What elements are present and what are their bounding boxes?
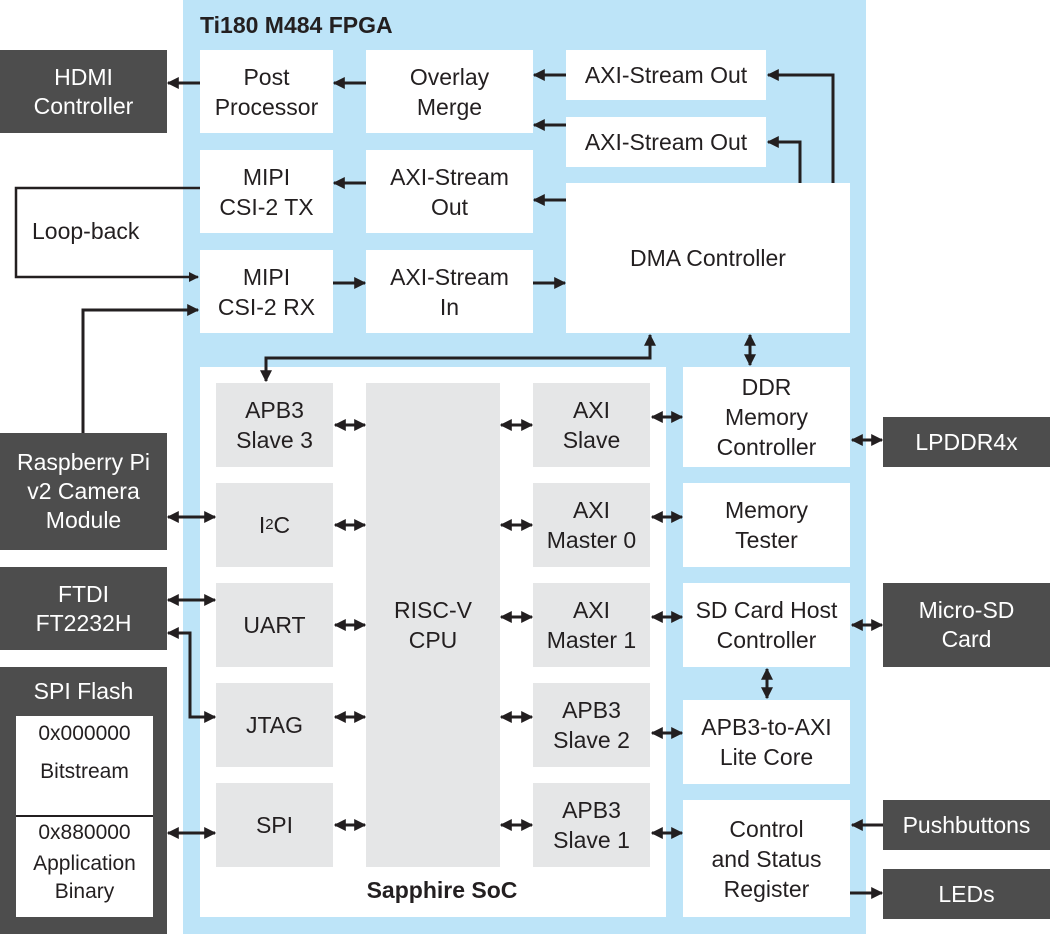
pushbuttons-block: Pushbuttons (883, 800, 1050, 850)
axi-stream-in-block: AXI-Stream In (366, 250, 533, 333)
axi-stream-out-block-3: AXI-Stream Out (366, 150, 533, 233)
flash-addr-2: 0x880000 (38, 821, 131, 844)
soc-title: Sapphire SoC (366, 877, 518, 903)
wire-camera-to-mipirx (81, 304, 200, 433)
jtag-block: JTAG (216, 683, 333, 767)
loop-back-label: Loop-back (32, 218, 140, 244)
axi-slave-block: AXI Slave (533, 383, 650, 467)
i2c-label-tail: C (273, 512, 291, 538)
fpga-title: Ti180 M484 FPGA (200, 12, 393, 38)
risc-v-cpu-block: RISC-V CPU (366, 383, 500, 867)
raspberry-pi-camera-block: Raspberry Pi v2 Camera Module (0, 433, 167, 550)
overlay-merge-block: Overlay Merge (366, 50, 533, 133)
memory-tester-block: Memory Tester (683, 483, 850, 567)
spi-flash-title: SPI Flash (33, 678, 134, 704)
flash-memory-map: 0x000000 Bitstream 0x880000 Application … (16, 716, 153, 917)
axi-stream-out-block-1: AXI-Stream Out (566, 50, 766, 100)
flash-region-application: Application Binary (33, 852, 136, 903)
leds-block: LEDs (883, 869, 1050, 919)
mipi-tx-block: MIPI CSI-2 TX (200, 150, 333, 233)
lpddr4x-block: LPDDR4x (883, 417, 1050, 467)
mipi-rx-block: MIPI CSI-2 RX (200, 250, 333, 333)
spi-block: SPI (216, 783, 333, 867)
axi-master-0-block: AXI Master 0 (533, 483, 650, 567)
ftdi-block: FTDI FT2232H (0, 567, 167, 650)
flash-region-bitstream: Bitstream (40, 760, 129, 783)
flash-addr-1: 0x000000 (38, 722, 131, 745)
apb3-to-axi-lite-block: APB3-to-AXI Lite Core (683, 700, 850, 784)
micro-sd-card-block: Micro-SD Card (883, 583, 1050, 667)
axi-master-1-block: AXI Master 1 (533, 583, 650, 667)
sd-card-host-controller-block: SD Card Host Controller (683, 583, 850, 667)
post-processor-block: Post Processor (200, 50, 333, 133)
ddr-memory-controller-block: DDR Memory Controller (683, 367, 850, 467)
uart-block: UART (216, 583, 333, 667)
control-status-register-block: Control and Status Register (683, 800, 850, 917)
i2c-block: I2C (216, 483, 333, 567)
apb3-slave-3-block: APB3 Slave 3 (216, 383, 333, 467)
hdmi-controller-block: HDMI Controller (0, 50, 167, 133)
flash-divider (16, 815, 153, 817)
dma-controller-block: DMA Controller (566, 183, 850, 333)
axi-stream-out-block-2: AXI-Stream Out (566, 117, 766, 167)
apb3-slave-1-block: APB3 Slave 1 (533, 783, 650, 867)
apb3-slave-2-block: APB3 Slave 2 (533, 683, 650, 767)
